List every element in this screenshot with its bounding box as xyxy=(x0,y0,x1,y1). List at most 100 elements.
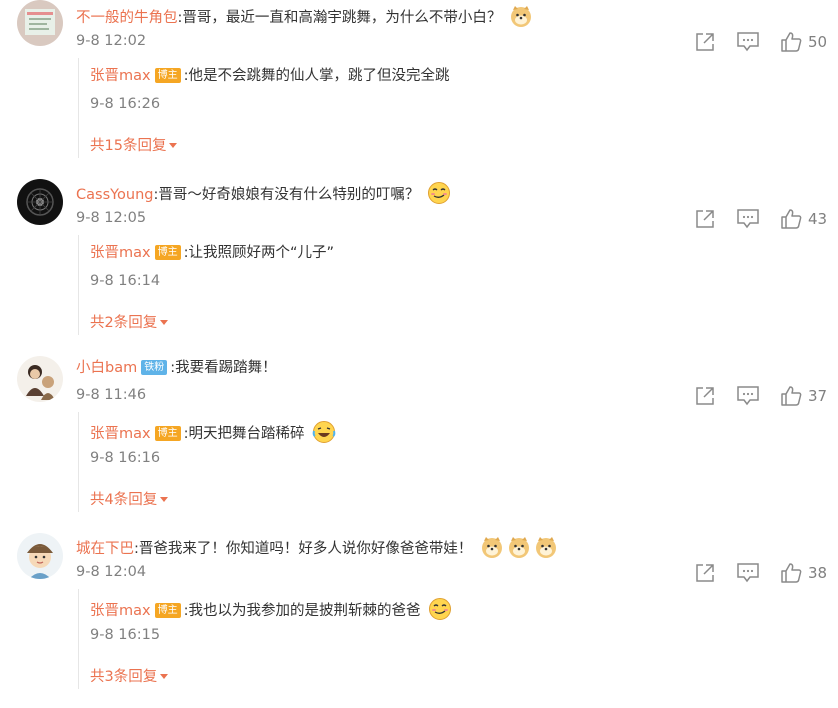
comment-time: 9-8 12:04 xyxy=(76,564,147,580)
like-count: 38 xyxy=(808,564,828,582)
reply-text: :让我照顾好两个“儿子” xyxy=(183,245,335,261)
share-button[interactable] xyxy=(694,208,716,230)
comment-icon xyxy=(737,209,759,229)
blogger-badge: 博主 xyxy=(154,245,181,260)
comment-button[interactable] xyxy=(736,562,760,584)
username-link[interactable]: 小白bam xyxy=(76,360,137,376)
reply-line: 张晋max 博主:我也以为我参加的是披荆斩棘的爸爸 xyxy=(90,597,452,621)
avatar[interactable] xyxy=(17,0,63,46)
reply-block: 张晋max 博主:他是不会跳舞的仙人掌，跳了但没完全跳 9-8 16:26 共15… xyxy=(78,58,819,158)
comment-button[interactable] xyxy=(736,208,760,230)
comment-text: :晋哥，最近一直和高瀚宇跳舞，为什么不带小白？ xyxy=(177,10,502,26)
reply-line: 张晋max 博主:明天把舞台踏稀碎 xyxy=(90,420,336,444)
like-button[interactable]: 38 xyxy=(780,562,827,584)
reply-time: 9-8 16:15 xyxy=(90,627,161,643)
doge-emoji-icon xyxy=(507,535,531,559)
comment-text: :晋爸我来了！你知道吗！好多人说你好像爸爸带娃！ xyxy=(134,541,473,557)
thumbs-up-icon xyxy=(781,32,802,52)
doge-emoji-icon xyxy=(480,535,504,559)
comment-button[interactable] xyxy=(736,385,760,407)
comment-line: CassYoung:晋哥～好奇娘娘有没有什么特别的叮嘱？ xyxy=(76,181,451,205)
laugh-tears-emoji-icon xyxy=(312,420,336,444)
reply-username-link[interactable]: 张晋max xyxy=(90,603,151,619)
doge-emoji-icon xyxy=(534,535,558,559)
like-count: 50 xyxy=(808,33,828,51)
caret-down-icon xyxy=(160,674,169,679)
comment-button[interactable] xyxy=(736,31,760,53)
username-link[interactable]: 不一般的牛角包 xyxy=(76,10,178,26)
thumbs-up-icon xyxy=(781,386,802,406)
doge-emoji-icon xyxy=(509,4,533,28)
reply-text: :我也以为我参加的是披荆斩棘的爸爸 xyxy=(183,603,421,619)
more-replies-link[interactable]: 共15条回复 xyxy=(90,134,178,155)
caret-down-icon xyxy=(160,320,169,325)
share-icon xyxy=(696,387,714,405)
thumbs-up-icon xyxy=(781,563,802,583)
share-button[interactable] xyxy=(694,31,716,53)
reply-time: 9-8 16:16 xyxy=(90,450,161,466)
comment-actions: 50 xyxy=(694,31,834,55)
comment-time: 9-8 12:05 xyxy=(76,210,147,226)
comment-line: 不一般的牛角包:晋哥，最近一直和高瀚宇跳舞，为什么不带小白？ xyxy=(76,4,533,28)
username-link[interactable]: CassYoung xyxy=(76,187,154,203)
comment-actions: 37 xyxy=(694,385,834,409)
more-replies-link[interactable]: 共2条回复 xyxy=(90,311,169,332)
comment-icon xyxy=(737,386,759,406)
more-replies-link[interactable]: 共3条回复 xyxy=(90,665,169,686)
smirk-emoji-icon xyxy=(428,597,452,621)
comment-time: 9-8 12:02 xyxy=(76,33,147,49)
reply-username-link[interactable]: 张晋max xyxy=(90,245,151,261)
share-icon xyxy=(696,33,714,51)
reply-text: :明天把舞台踏稀碎 xyxy=(183,426,305,442)
comment-icon xyxy=(737,563,759,583)
comment-actions: 43 xyxy=(694,208,834,232)
comment-time: 9-8 11:46 xyxy=(76,387,147,403)
reply-block: 张晋max 博主:让我照顾好两个“儿子” 9-8 16:14 共2条回复 xyxy=(78,235,819,335)
comment-item: CassYoung:晋哥～好奇娘娘有没有什么特别的叮嘱？ 9-8 12:05 4… xyxy=(0,177,838,354)
comment-item: 不一般的牛角包:晋哥，最近一直和高瀚宇跳舞，为什么不带小白？ 9-8 12:02… xyxy=(0,0,838,177)
share-button[interactable] xyxy=(694,562,716,584)
reply-time: 9-8 16:26 xyxy=(90,96,161,112)
caret-down-icon xyxy=(160,497,169,502)
smirk-emoji-icon xyxy=(427,181,451,205)
comment-icon xyxy=(737,32,759,52)
reply-time: 9-8 16:14 xyxy=(90,273,161,289)
avatar[interactable] xyxy=(17,356,63,402)
avatar[interactable] xyxy=(17,179,63,225)
reply-username-link[interactable]: 张晋max xyxy=(90,68,151,84)
more-replies-label: 共4条回复 xyxy=(90,492,158,508)
like-button[interactable]: 50 xyxy=(780,31,827,53)
share-icon xyxy=(696,210,714,228)
more-replies-label: 共3条回复 xyxy=(90,669,158,685)
comment-line: 城在下巴:晋爸我来了！你知道吗！好多人说你好像爸爸带娃！ xyxy=(76,535,558,559)
caret-down-icon xyxy=(169,143,178,148)
like-count: 37 xyxy=(808,387,828,405)
like-button[interactable]: 37 xyxy=(780,385,827,407)
reply-block: 张晋max 博主:明天把舞台踏稀碎 9-8 16:16 共4条回复 xyxy=(78,412,819,512)
comment-text: :晋哥～好奇娘娘有没有什么特别的叮嘱？ xyxy=(153,187,420,203)
more-replies-label: 共15条回复 xyxy=(90,138,167,154)
comment-text: :我要看踢踏舞！ xyxy=(170,360,277,376)
more-replies-link[interactable]: 共4条回复 xyxy=(90,488,169,509)
share-button[interactable] xyxy=(694,385,716,407)
more-replies-label: 共2条回复 xyxy=(90,315,158,331)
username-link[interactable]: 城在下巴 xyxy=(76,541,134,557)
reply-line: 张晋max 博主:让我照顾好两个“儿子” xyxy=(90,243,334,263)
blogger-badge: 博主 xyxy=(154,603,181,618)
thumbs-up-icon xyxy=(781,209,802,229)
comment-item: 城在下巴:晋爸我来了！你知道吗！好多人说你好像爸爸带娃！ 9-8 12:04 3… xyxy=(0,531,838,708)
avatar[interactable] xyxy=(17,533,63,579)
like-button[interactable]: 43 xyxy=(780,208,827,230)
fan-badge: 铁粉 xyxy=(141,360,168,375)
blogger-badge: 博主 xyxy=(154,426,181,441)
comment-actions: 38 xyxy=(694,562,834,586)
blogger-badge: 博主 xyxy=(154,68,181,83)
reply-block: 张晋max 博主:我也以为我参加的是披荆斩棘的爸爸 9-8 16:15 共3条回复 xyxy=(78,589,819,689)
share-icon xyxy=(696,564,714,582)
reply-line: 张晋max 博主:他是不会跳舞的仙人掌，跳了但没完全跳 xyxy=(90,66,449,86)
like-count: 43 xyxy=(808,210,828,228)
reply-username-link[interactable]: 张晋max xyxy=(90,426,151,442)
comment-line: 小白bam 铁粉:我要看踢踏舞！ xyxy=(76,358,277,378)
comment-item: 小白bam 铁粉:我要看踢踏舞！ 9-8 11:46 37 张晋max 博主:明天把… xyxy=(0,354,838,531)
reply-text: :他是不会跳舞的仙人掌，跳了但没完全跳 xyxy=(183,68,450,84)
